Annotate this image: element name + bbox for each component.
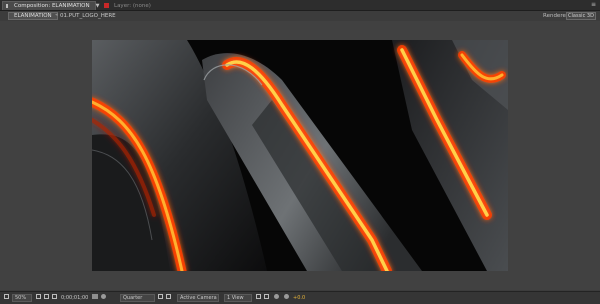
- mask-icon[interactable]: [52, 294, 57, 302]
- comp-nav-tab-active[interactable]: ELANIMATION: [8, 12, 58, 20]
- viewer-bottom-bar: 50% 0;00;01;00 Quarter Active Camera 1 V…: [0, 291, 600, 304]
- panel-tab-bar: Composition: ELANIMATION ▼ × Layer: (non…: [0, 0, 600, 11]
- grid-icon[interactable]: [44, 294, 49, 302]
- lock-icon[interactable]: [6, 4, 8, 8]
- transparency-grid-icon[interactable]: [166, 294, 171, 302]
- toggle-pixel-aspect-icon[interactable]: [256, 294, 261, 302]
- timeline-icon[interactable]: [264, 294, 269, 302]
- comp-nav-separator: ◂: [55, 12, 58, 18]
- region-icon[interactable]: [36, 294, 41, 302]
- chevron-down-icon[interactable]: ▼: [96, 3, 100, 9]
- reset-exposure-icon[interactable]: [284, 294, 289, 302]
- zoom-select[interactable]: 50%: [12, 294, 32, 302]
- resolution-select[interactable]: Quarter: [120, 294, 155, 302]
- panel-menu-icon[interactable]: ≡: [591, 1, 596, 8]
- snapshot-icon[interactable]: [92, 294, 98, 302]
- current-time-display[interactable]: 0;00;01;00: [61, 294, 88, 302]
- tab-layer-label: Layer: (none): [114, 2, 151, 9]
- composition-viewer[interactable]: [0, 21, 600, 290]
- tab-composition-label: Composition: ELANIMATION: [14, 3, 90, 9]
- renderer-select[interactable]: Classic 3D: [566, 12, 596, 20]
- viewer-toolbar: ELANIMATION ◂ 01.PUT_LOGO_HERE Renderer:…: [0, 11, 600, 21]
- composition-frame: [92, 40, 508, 271]
- layer-color-swatch: [104, 3, 109, 8]
- frame-image: [92, 40, 508, 271]
- comp-nav-tab[interactable]: 01.PUT_LOGO_HERE: [60, 12, 116, 20]
- comp-flowchart-icon[interactable]: [274, 294, 279, 302]
- tab-layer[interactable]: Layer: (none): [104, 1, 151, 10]
- always-preview-icon[interactable]: [4, 294, 9, 302]
- view-select[interactable]: Active Camera: [177, 294, 219, 302]
- show-channel-icon[interactable]: [101, 294, 106, 302]
- comp-nav-label: ELANIMATION: [14, 13, 52, 19]
- exposure-value[interactable]: +0.0: [293, 294, 305, 302]
- fast-previews-icon[interactable]: [158, 294, 163, 302]
- tab-composition[interactable]: Composition: ELANIMATION ▼ ×: [2, 1, 109, 10]
- view-layout-select[interactable]: 1 View: [224, 294, 252, 302]
